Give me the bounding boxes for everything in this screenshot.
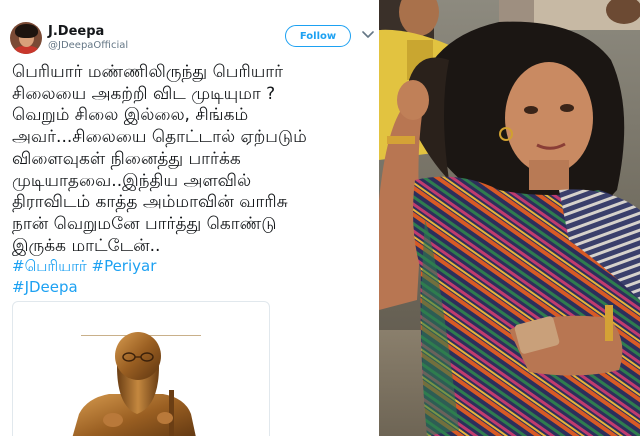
display-name[interactable]: J.Deepa bbox=[48, 24, 104, 39]
avatar[interactable] bbox=[10, 22, 42, 54]
tweet-line: நான் வெறுமனே பார்த்து கொண்டு bbox=[12, 213, 277, 234]
tweet-line: வெறும் சிலை இல்லை, சிங்கம் bbox=[12, 105, 249, 126]
woman-photo bbox=[379, 0, 640, 436]
follow-button[interactable]: Follow bbox=[285, 25, 351, 47]
media-attachment[interactable] bbox=[12, 301, 270, 436]
tweet-line: இருக்க மாட்டேன்.. bbox=[12, 235, 161, 256]
tweet-line: பெரியார் மண்ணிலிருந்து பெரியார் bbox=[12, 62, 284, 82]
statue-image bbox=[72, 332, 196, 436]
tweet-text: பெரியார் மண்ணிலிருந்து பெரியார் சிலையை அ… bbox=[12, 62, 370, 257]
hashtag-link[interactable]: #பெரியார் #Periyar bbox=[12, 256, 156, 277]
hashtags: #பெரியார் #Periyar #JDeepa bbox=[12, 256, 156, 298]
hashtag-link[interactable]: #JDeepa bbox=[12, 277, 156, 298]
tweet-line: முடியாதவை..இந்திய அளவில் bbox=[12, 170, 252, 191]
user-handle[interactable]: @JDeepaOfficial bbox=[48, 40, 128, 51]
tweet-line: திராவிடம் காத்த அம்மாவின் வாரிசு bbox=[12, 192, 288, 213]
tweet-card: J.Deepa @JDeepaOfficial Follow பெரியார் … bbox=[0, 0, 379, 436]
chevron-down-icon[interactable] bbox=[362, 30, 374, 40]
tweet-line: அவர்...சிலையை தொட்டால் ஏற்படும் bbox=[12, 127, 307, 148]
tweet-line: விளைவுகள் நினைத்து பார்க்க bbox=[12, 148, 241, 169]
tweet-line: சிலையை அகற்றி விட முடியுமா ? bbox=[12, 83, 276, 104]
